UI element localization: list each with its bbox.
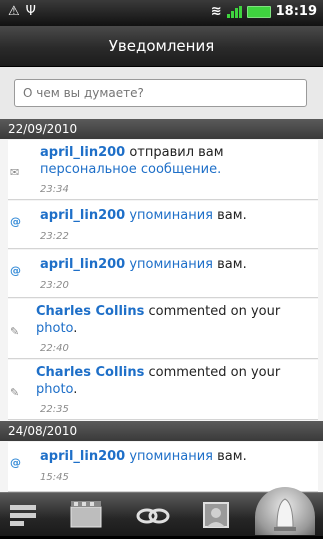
notification-time: 23:22 <box>40 231 69 242</box>
notification-suffix: . <box>73 321 78 336</box>
warning-icon: ⚠ <box>8 4 20 19</box>
tab-videos[interactable] <box>68 499 108 531</box>
notification-link[interactable]: упоминания <box>125 449 213 464</box>
notification-link[interactable]: упоминания <box>125 208 213 223</box>
notification-item[interactable]: ✎ Charles Collins commented on your phot… <box>8 360 318 420</box>
notification-link[interactable]: персональное сообщение. <box>40 162 221 177</box>
notification-author[interactable]: april_lin200 <box>40 145 125 160</box>
notification-item[interactable]: @ april_lin200 упоминания вам. 15:45 <box>8 442 318 492</box>
status-update-input[interactable] <box>14 79 307 107</box>
notification-text: отправил вам <box>125 145 224 160</box>
notification-suffix: . <box>73 382 78 397</box>
notifications-list: 22/09/2010 ✉ april_lin200 отправил вам п… <box>0 67 323 492</box>
tab-links[interactable] <box>135 499 175 531</box>
signal-icon <box>226 5 242 18</box>
notification-time: 22:40 <box>40 343 69 354</box>
notification-time: 23:34 <box>40 184 69 195</box>
stream-icon <box>10 505 36 526</box>
film-icon <box>70 501 102 528</box>
notification-item[interactable]: ✉ april_lin200 отправил вам персональное… <box>8 140 318 200</box>
notification-text: вам. <box>213 257 247 272</box>
notification-author[interactable]: april_lin200 <box>40 257 125 272</box>
notification-item[interactable]: @ april_lin200 упоминания вам. 23:20 <box>8 250 318 298</box>
photo-icon <box>203 502 229 528</box>
notification-author[interactable]: april_lin200 <box>40 208 125 223</box>
status-update-bar <box>0 67 323 119</box>
notification-author[interactable]: april_lin200 <box>40 449 125 464</box>
tab-photos[interactable] <box>200 499 240 531</box>
notification-item[interactable]: @ april_lin200 упоминания вам. 23:22 <box>8 201 318 249</box>
notification-text: вам. <box>213 449 247 464</box>
wifi-icon: ≋ <box>210 4 222 19</box>
status-bar: ⚠ Ψ ≋ 18:19 <box>0 0 323 26</box>
notification-link[interactable]: photo <box>36 321 73 336</box>
notification-item[interactable]: ✎ Charles Collins commented on your phot… <box>8 299 318 359</box>
tab-stream[interactable] <box>8 499 48 531</box>
notification-author[interactable]: Charles Collins <box>36 304 144 319</box>
notification-link[interactable]: photo <box>36 382 73 397</box>
battery-icon <box>246 5 271 18</box>
usb-icon: Ψ <box>25 4 36 19</box>
comment-icon: ✎ <box>10 386 20 399</box>
notification-text: вам. <box>213 208 247 223</box>
notification-text: commented on your <box>144 365 281 380</box>
bottom-tab-bar <box>0 487 323 536</box>
notification-time: 22:35 <box>40 404 69 415</box>
notification-time: 23:20 <box>40 280 69 291</box>
tab-notifications[interactable] <box>255 487 315 535</box>
date-header: 22/09/2010 <box>0 119 323 139</box>
notification-time: 15:45 <box>40 472 69 483</box>
comment-icon: ✎ <box>10 325 20 338</box>
message-icon: ✉ <box>10 166 20 179</box>
date-header: 24/08/2010 <box>0 421 323 441</box>
notification-author[interactable]: Charles Collins <box>36 365 144 380</box>
link-icon <box>136 508 170 524</box>
mention-icon: @ <box>10 264 21 277</box>
mention-icon: @ <box>10 215 21 228</box>
notification-link[interactable]: упоминания <box>125 257 213 272</box>
page-title: Уведомления <box>0 26 323 67</box>
clock: 18:19 <box>275 4 317 19</box>
mention-icon: @ <box>10 456 21 469</box>
bell-icon <box>274 498 296 531</box>
notification-text: commented on your <box>144 304 281 319</box>
